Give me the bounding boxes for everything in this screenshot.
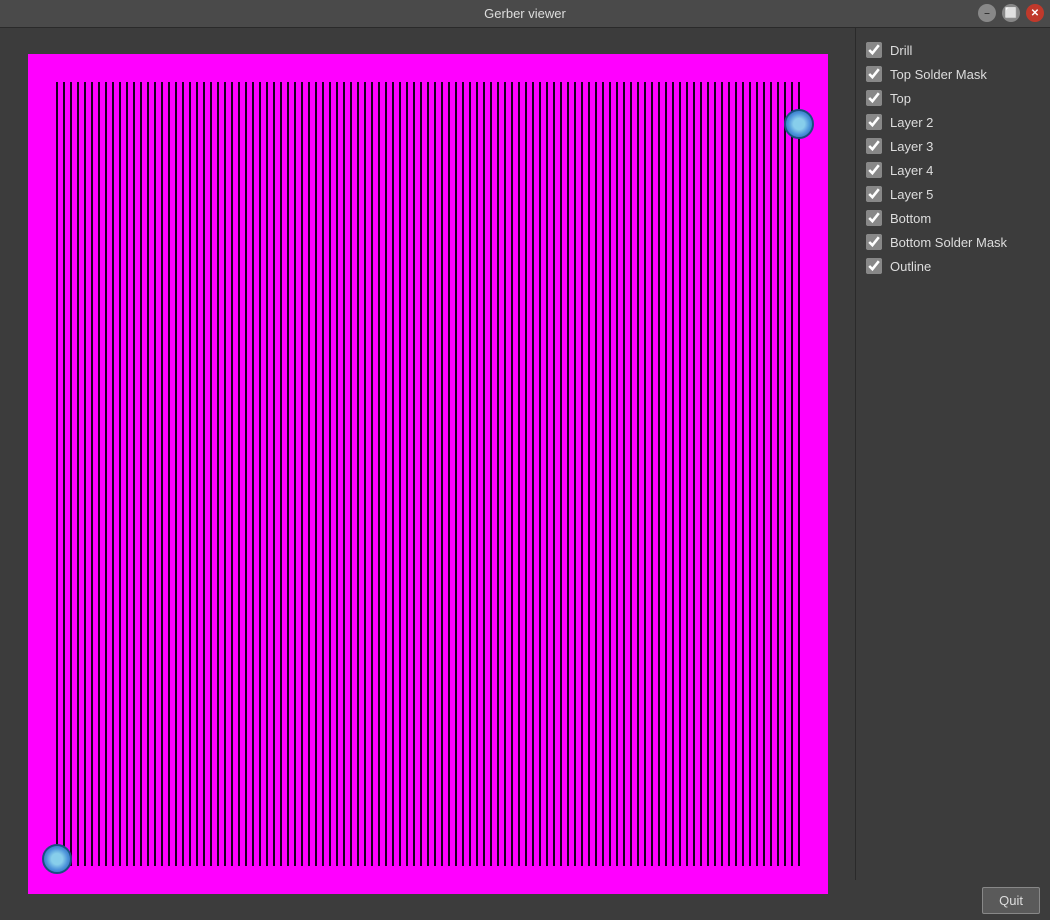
layer-checkbox-layer4[interactable] xyxy=(866,162,882,178)
minimize-button[interactable]: – xyxy=(978,4,996,22)
layer-label-bottom: Bottom xyxy=(890,211,931,226)
main-layout: Drill Top Solder Mask Top Layer 2 Layer 3 Lay… xyxy=(0,28,1050,920)
layer-checkbox-top-solder-mask[interactable] xyxy=(866,66,882,82)
layer-checkbox-layer3[interactable] xyxy=(866,138,882,154)
layer-item-layer2[interactable]: Layer 2 xyxy=(864,110,1042,134)
layer-checkbox-bottom-solder-mask[interactable] xyxy=(866,234,882,250)
titlebar: Gerber viewer – ⬜ ✕ xyxy=(0,0,1050,28)
layer-item-top[interactable]: Top xyxy=(864,86,1042,110)
layer-item-drill[interactable]: Drill xyxy=(864,38,1042,62)
window-title: Gerber viewer xyxy=(484,6,566,21)
quit-button[interactable]: Quit xyxy=(982,887,1040,914)
layer-checkbox-outline[interactable] xyxy=(866,258,882,274)
layer-item-bottom[interactable]: Bottom xyxy=(864,206,1042,230)
bottombar: Quit xyxy=(855,880,1050,920)
layer-label-layer3: Layer 3 xyxy=(890,139,933,154)
layer-checkbox-drill[interactable] xyxy=(866,42,882,58)
drill-hole-bottom-left xyxy=(42,844,72,874)
layer-label-layer5: Layer 5 xyxy=(890,187,933,202)
pcb-inner-layer xyxy=(56,82,800,866)
layer-label-top-solder-mask: Top Solder Mask xyxy=(890,67,987,82)
window-controls: – ⬜ ✕ xyxy=(978,4,1044,22)
layer-checkbox-layer5[interactable] xyxy=(866,186,882,202)
layer-checkbox-top[interactable] xyxy=(866,90,882,106)
layer-label-layer4: Layer 4 xyxy=(890,163,933,178)
restore-button[interactable]: ⬜ xyxy=(1002,4,1020,22)
layer-checkbox-layer2[interactable] xyxy=(866,114,882,130)
layer-item-bottom-solder-mask[interactable]: Bottom Solder Mask xyxy=(864,230,1042,254)
layer-label-outline: Outline xyxy=(890,259,931,274)
drill-hole-top-right xyxy=(784,109,814,139)
close-button[interactable]: ✕ xyxy=(1026,4,1044,22)
sidebar: Drill Top Solder Mask Top Layer 2 Layer 3 Lay… xyxy=(855,28,1050,920)
canvas-area xyxy=(0,28,855,920)
layer-label-bottom-solder-mask: Bottom Solder Mask xyxy=(890,235,1007,250)
layer-item-top-solder-mask[interactable]: Top Solder Mask xyxy=(864,62,1042,86)
layer-item-layer4[interactable]: Layer 4 xyxy=(864,158,1042,182)
layer-checkbox-bottom[interactable] xyxy=(866,210,882,226)
layer-label-top: Top xyxy=(890,91,911,106)
layer-label-drill: Drill xyxy=(890,43,912,58)
layer-label-layer2: Layer 2 xyxy=(890,115,933,130)
layers-container: Drill Top Solder Mask Top Layer 2 Layer 3 Lay… xyxy=(864,38,1042,278)
pcb-board xyxy=(28,54,828,894)
layer-item-layer5[interactable]: Layer 5 xyxy=(864,182,1042,206)
layer-item-layer3[interactable]: Layer 3 xyxy=(864,134,1042,158)
layer-item-outline[interactable]: Outline xyxy=(864,254,1042,278)
